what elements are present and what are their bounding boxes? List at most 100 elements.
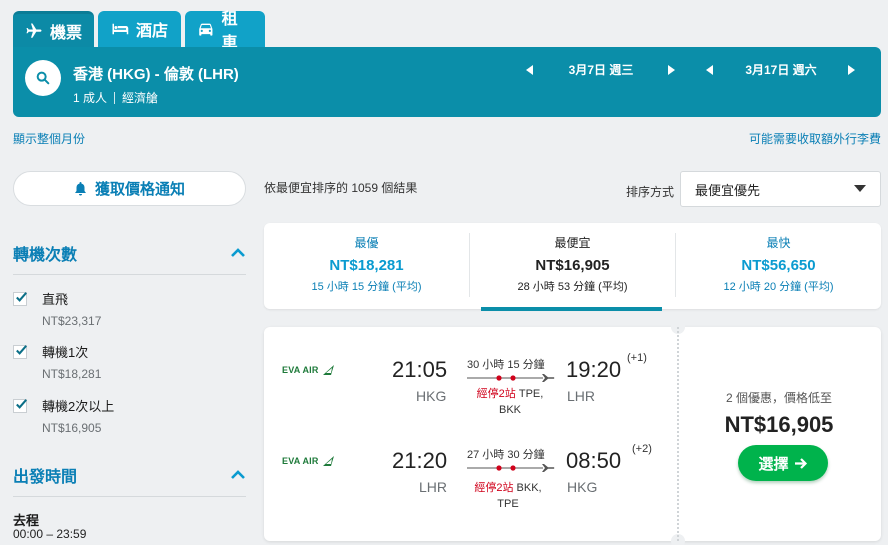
summary-price: NT$56,650 <box>741 257 816 274</box>
sort-summary-tabs: 最優 NT$18,281 15 小時 15 分鐘 (平均) 最便宜 NT$16,… <box>264 223 881 309</box>
passenger-info[interactable]: 1 成人 經濟艙 <box>73 89 158 106</box>
chevron-right-icon <box>848 64 855 75</box>
price-alert-label: 獲取價格通知 <box>94 181 185 198</box>
bed-icon <box>112 23 129 35</box>
stops-via: TPE, <box>518 388 544 400</box>
summary-best[interactable]: 最優 NT$18,281 15 小時 15 分鐘 (平均) <box>264 223 469 309</box>
plane-icon <box>26 23 42 38</box>
chevron-left-icon <box>526 64 533 75</box>
flight-result-card[interactable]: EVA AIR 21:05 HKG 30 小時 15 分鐘 經停2站 TPE, … <box>264 320 881 545</box>
bell-icon <box>74 181 86 195</box>
return-next-button[interactable] <box>845 63 859 77</box>
checkmark-icon <box>16 398 27 409</box>
stop-option-label: 轉機2次以上 <box>42 399 115 414</box>
sort-dropdown[interactable]: 最便宜優先 <box>680 171 881 207</box>
summary-duration: 28 小時 53 分鐘 (平均) <box>517 281 628 293</box>
select-button[interactable]: 選擇 <box>738 445 828 481</box>
chevron-right-icon <box>668 64 675 75</box>
tab-hotels[interactable]: 酒店 <box>98 11 181 47</box>
stop-option-label: 直飛 <box>42 292 69 307</box>
airline-name: EVA AIR <box>282 365 319 375</box>
summary-price: NT$16,905 <box>535 257 610 274</box>
stop-option-one[interactable]: 轉機1次 NT$18,281 <box>13 342 101 381</box>
divider <box>114 91 116 104</box>
result-price: NT$16,905 <box>724 412 834 437</box>
tab-label: 機票 <box>50 24 83 42</box>
tab-label: 酒店 <box>135 23 168 40</box>
two-plus-checkbox[interactable] <box>13 398 27 413</box>
stops-count: 經停2站 <box>474 482 514 494</box>
airline-logo: EVA AIR <box>282 455 336 467</box>
stop-option-price: NT$23,317 <box>42 314 102 328</box>
search-button[interactable] <box>25 60 61 96</box>
one-stop-checkbox[interactable] <box>13 344 27 359</box>
deals-text: 2 個優惠，價格低至 <box>725 391 832 405</box>
stops-count: 經停2站 <box>476 388 516 400</box>
checkmark-icon <box>16 291 27 302</box>
summary-cheapest[interactable]: 最便宜 NT$16,905 28 小時 53 分鐘 (平均) <box>469 233 675 297</box>
stops-via: BKK, <box>516 482 542 494</box>
inbound-day-offset: (+2) <box>632 443 652 455</box>
search-summary-bar: 香港 (HKG) - 倫敦 (LHR) 1 成人 經濟艙 3月7日 週三 3月1… <box>13 47 881 117</box>
depart-time-filter-header[interactable]: 出發時間 <box>13 463 246 497</box>
results-count: 依最便宜排序的 1059 個結果 <box>264 181 418 195</box>
route-text[interactable]: 香港 (HKG) - 倫敦 (LHR) <box>73 63 239 84</box>
outbound-duration: 30 小時 15 分鐘 <box>467 359 545 371</box>
show-month-link[interactable]: 顯示整個月份 <box>13 130 85 147</box>
outbound-depart-time: 21:05 <box>392 357 448 382</box>
outbound-route-line <box>467 374 555 382</box>
chevron-up-icon <box>231 470 245 479</box>
stops-filter-title: 轉機次數 <box>13 247 78 264</box>
cabin-class: 經濟艙 <box>122 91 159 105</box>
airline-logo: EVA AIR <box>282 364 336 376</box>
sort-value: 最便宜優先 <box>695 182 761 198</box>
outbound-time-range: 00:00 – 23:59 <box>13 527 87 541</box>
summary-fastest[interactable]: 最快 NT$56,650 12 小時 20 分鐘 (平均) <box>675 233 881 297</box>
outbound-stops: 經停2站 TPE, BKK <box>460 386 560 418</box>
stop-option-direct[interactable]: 直飛 NT$23,317 <box>13 289 101 328</box>
summary-label: 最便宜 <box>554 236 591 250</box>
baggage-fee-link[interactable]: 可能需要收取額外行李費 <box>749 130 881 147</box>
outbound-day-offset: (+1) <box>627 352 647 364</box>
return-prev-button[interactable] <box>703 63 717 77</box>
airline-name: EVA AIR <box>282 456 319 466</box>
inbound-duration: 27 小時 30 分鐘 <box>467 449 545 461</box>
inbound-arrive-code: HKG <box>567 479 598 495</box>
arrow-right-icon <box>794 457 807 469</box>
depart-date[interactable]: 3月7日 週三 <box>537 61 665 78</box>
selected-tab-indicator <box>481 307 662 311</box>
car-icon <box>199 23 213 36</box>
price-alert-button[interactable]: 獲取價格通知 <box>13 171 246 206</box>
stop-option-two-plus[interactable]: 轉機2次以上 NT$16,905 <box>13 396 114 435</box>
summary-label: 最優 <box>354 236 379 250</box>
outbound-arrive-time: 19:20 <box>566 357 622 382</box>
depart-prev-button[interactable] <box>523 63 537 77</box>
tab-flights[interactable]: 機票 <box>13 11 94 47</box>
inbound-arrive-time: 08:50 <box>566 448 622 473</box>
stop-option-price: NT$16,905 <box>42 421 102 435</box>
stops-filter-header[interactable]: 轉機次數 <box>13 241 246 275</box>
passenger-count: 1 成人 <box>73 91 108 105</box>
depart-date-nav: 3月7日 週三 <box>523 61 679 78</box>
direct-checkbox[interactable] <box>13 291 27 306</box>
chevron-up-icon <box>231 248 245 257</box>
depart-next-button[interactable] <box>665 63 679 77</box>
outbound-arrive-code: LHR <box>567 388 596 404</box>
summary-price: NT$18,281 <box>329 257 404 274</box>
inbound-depart-time: 21:20 <box>392 448 448 473</box>
stops-via: BKK <box>498 404 521 416</box>
stops-via: TPE <box>497 498 519 510</box>
summary-label: 最快 <box>766 236 791 250</box>
inbound-depart-code: LHR <box>419 479 448 495</box>
tab-cars[interactable]: 租車 <box>185 11 265 52</box>
inbound-stops: 經停2站 BKK, TPE <box>458 480 558 512</box>
depart-time-filter-title: 出發時間 <box>13 469 78 486</box>
return-date-nav: 3月17日 週六 <box>703 61 859 78</box>
search-icon <box>36 71 50 85</box>
return-date[interactable]: 3月17日 週六 <box>717 61 845 78</box>
eva-air-logo-icon <box>322 365 334 375</box>
checkmark-icon <box>16 344 27 355</box>
sort-label: 排序方式 <box>626 185 675 199</box>
summary-duration: 12 小時 20 分鐘 (平均) <box>723 281 834 293</box>
summary-duration: 15 小時 15 分鐘 (平均) <box>311 281 422 293</box>
